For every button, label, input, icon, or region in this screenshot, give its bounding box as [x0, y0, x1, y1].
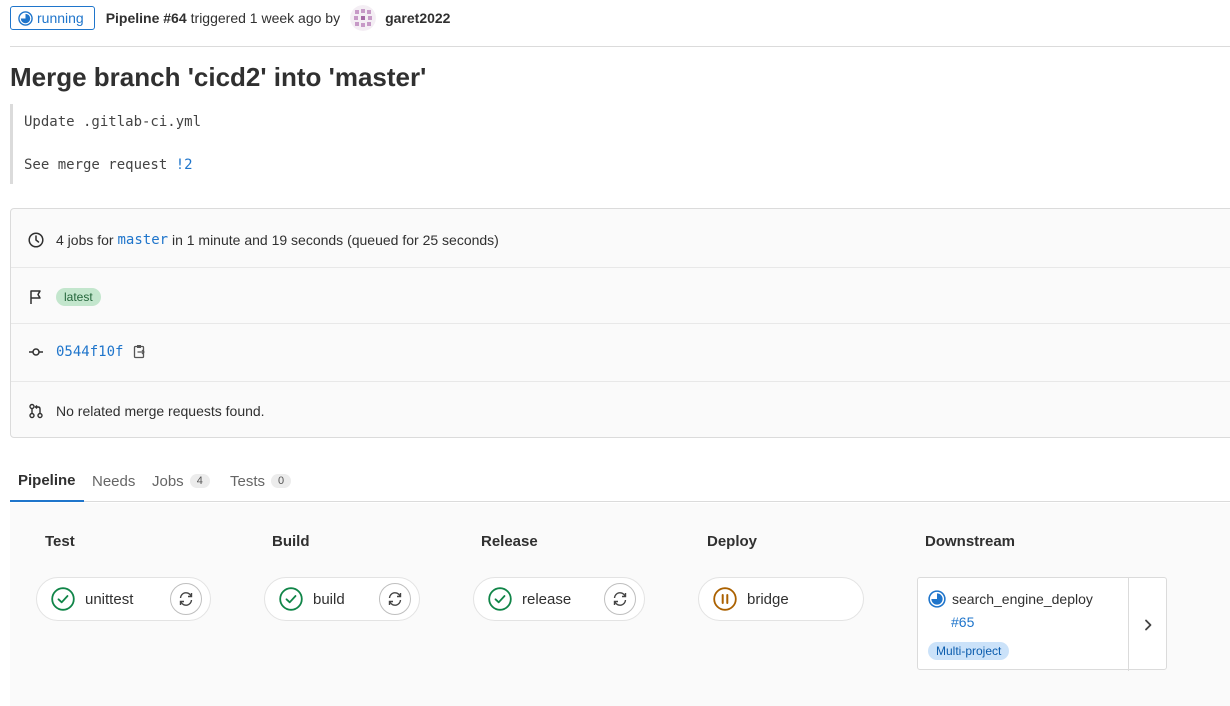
downstream-pipeline-card[interactable]: search_engine_deploy #65 Multi-project	[917, 577, 1167, 671]
retry-icon	[179, 592, 193, 606]
clock-icon	[26, 230, 46, 250]
pipeline-graph: Test Build Release Deploy Downstream uni…	[10, 503, 1230, 706]
jobs-summary-row: 4 jobs for master in 1 minute and 19 sec…	[11, 229, 1230, 251]
tab-label: Needs	[92, 472, 136, 490]
merge-request-icon	[26, 401, 46, 421]
divider	[10, 46, 1230, 47]
divider	[11, 323, 1230, 324]
user-link[interactable]: garet2022	[385, 10, 450, 26]
downstream-pipeline-link[interactable]: #65	[951, 614, 974, 630]
pipeline-id: Pipeline #64	[105, 10, 187, 26]
tab-needs[interactable]: Needs	[92, 460, 135, 502]
paused-icon	[713, 587, 737, 611]
tab-label: Pipeline	[18, 471, 76, 489]
copy-icon[interactable]	[133, 344, 147, 360]
flag-icon	[26, 287, 46, 307]
avatar[interactable]	[350, 5, 377, 31]
expand-downstream-button[interactable]	[1128, 578, 1166, 671]
jobs-prefix: 4 jobs for	[56, 232, 118, 248]
job-build[interactable]: build	[264, 577, 420, 621]
status-badge-running[interactable]: running	[10, 6, 95, 30]
job-name: bridge	[747, 590, 789, 608]
job-name: release	[522, 590, 572, 608]
success-icon	[51, 587, 75, 611]
downstream-project-name: search_engine_deploy	[952, 591, 1093, 607]
stage-title-downstream: Downstream	[925, 533, 1016, 550]
commit-sha-link[interactable]: 0544f10f	[56, 344, 123, 360]
commit-sha-row: 0544f10f	[11, 341, 1230, 363]
divider	[11, 267, 1230, 268]
running-icon	[18, 10, 33, 26]
retry-icon	[388, 592, 402, 606]
downstream-name-row: search_engine_deploy	[928, 590, 1093, 608]
retry-icon	[613, 592, 627, 606]
stage-title-deploy: Deploy	[707, 533, 758, 550]
chevron-right-icon	[1144, 619, 1151, 630]
tab-label: Tests	[230, 472, 266, 490]
job-unittest[interactable]: unittest	[36, 577, 211, 621]
status-label: running	[37, 10, 84, 26]
success-icon	[488, 587, 512, 611]
retry-button[interactable]	[170, 583, 202, 615]
stage-title-test: Test	[45, 533, 75, 550]
retry-button[interactable]	[379, 583, 411, 615]
tab-tests[interactable]: Tests 0	[230, 460, 292, 502]
pipeline-info-box: 4 jobs for master in 1 minute and 19 sec…	[10, 208, 1230, 438]
job-release[interactable]: release	[473, 577, 645, 621]
jobs-suffix: in 1 minute and 19 seconds (queued for 2…	[168, 232, 499, 248]
merge-requests-text: No related merge requests found.	[56, 403, 265, 419]
tab-count: 0	[271, 474, 292, 488]
tab-label: Jobs	[152, 472, 184, 490]
tab-pipeline[interactable]: Pipeline	[10, 460, 84, 502]
job-name: build	[313, 590, 345, 608]
commit-line-1: Update .gitlab-ci.yml	[24, 114, 202, 130]
retry-button[interactable]	[604, 583, 636, 615]
commit-icon	[26, 342, 46, 362]
badges-row: latest	[11, 286, 1230, 308]
merge-requests-row: No related merge requests found.	[11, 400, 1230, 422]
success-icon	[279, 587, 303, 611]
divider	[11, 381, 1230, 382]
page-title: Merge branch 'cicd2' into 'master'	[10, 62, 427, 92]
job-bridge[interactable]: bridge	[698, 577, 864, 621]
commit-message: Update .gitlab-ci.yml See merge request …	[10, 104, 430, 184]
job-name: unittest	[85, 590, 134, 608]
running-icon	[928, 590, 946, 608]
commit-line-2-text: See merge request	[24, 157, 176, 173]
pipeline-tabs: Pipeline Needs Jobs 4 Tests 0	[10, 460, 1230, 502]
stage-title-build: Build	[272, 533, 310, 550]
triggered-text: triggered 1 week ago by	[190, 10, 341, 26]
branch-link[interactable]: master	[117, 232, 168, 248]
tab-count: 4	[189, 474, 210, 488]
merge-request-link[interactable]: !2	[176, 157, 193, 173]
stage-title-release: Release	[481, 533, 538, 550]
tab-jobs[interactable]: Jobs 4	[152, 460, 210, 502]
latest-badge: latest	[56, 288, 101, 306]
commit-line-2: See merge request !2	[24, 157, 193, 173]
multi-project-badge: Multi-project	[928, 642, 1010, 660]
pipeline-header: running Pipeline #64 triggered 1 week ag…	[10, 4, 450, 32]
